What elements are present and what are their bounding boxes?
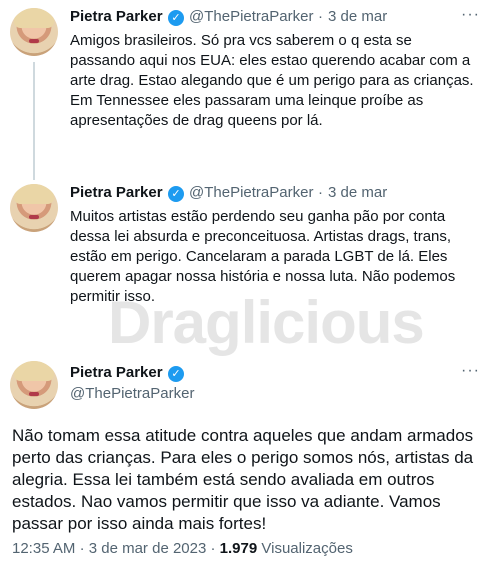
author-name[interactable]: Pietra Parker <box>70 8 163 25</box>
more-options-icon[interactable]: ··· <box>461 6 480 24</box>
separator-dot: · <box>318 8 323 25</box>
author-name[interactable]: Pietra Parker <box>70 184 163 201</box>
author-handle[interactable]: @ThePietraParker <box>189 184 313 201</box>
separator-dot: · <box>79 540 85 557</box>
tweet-date[interactable]: 3 de mar <box>328 184 387 201</box>
avatar[interactable] <box>10 8 58 56</box>
tweet-meta: 12:35 AM · 3 de mar de 2023 · 1.979 Visu… <box>12 540 353 557</box>
author-handle[interactable]: @ThePietraParker <box>189 8 313 25</box>
views-label: Visualizações <box>261 540 353 557</box>
verified-badge-icon: ✓ <box>168 366 184 382</box>
tweet-text: Não tomam essa atitude contra aqueles qu… <box>12 426 474 533</box>
verified-badge-icon: ✓ <box>168 186 184 202</box>
views-count: 1.979 <box>219 540 258 557</box>
avatar[interactable] <box>10 361 58 409</box>
tweet-text: Muitos artistas estão perdendo seu ganha… <box>70 208 456 305</box>
author-handle[interactable]: @ThePietraParker <box>70 385 194 402</box>
verified-badge-icon: ✓ <box>168 10 184 26</box>
separator-dot: · <box>318 184 323 201</box>
tweet-full-date[interactable]: 3 de mar de 2023 <box>89 540 207 557</box>
tweet-time[interactable]: 12:35 AM <box>12 540 75 557</box>
author-name[interactable]: Pietra Parker <box>70 364 163 381</box>
tweet-date[interactable]: 3 de mar <box>328 8 387 25</box>
avatar[interactable] <box>10 184 58 232</box>
more-options-icon[interactable]: ··· <box>461 362 480 380</box>
separator-dot: · <box>210 540 216 557</box>
thread-line <box>33 62 35 180</box>
tweet-text: Amigos brasileiros. Só pra vcs saberem o… <box>70 32 474 129</box>
